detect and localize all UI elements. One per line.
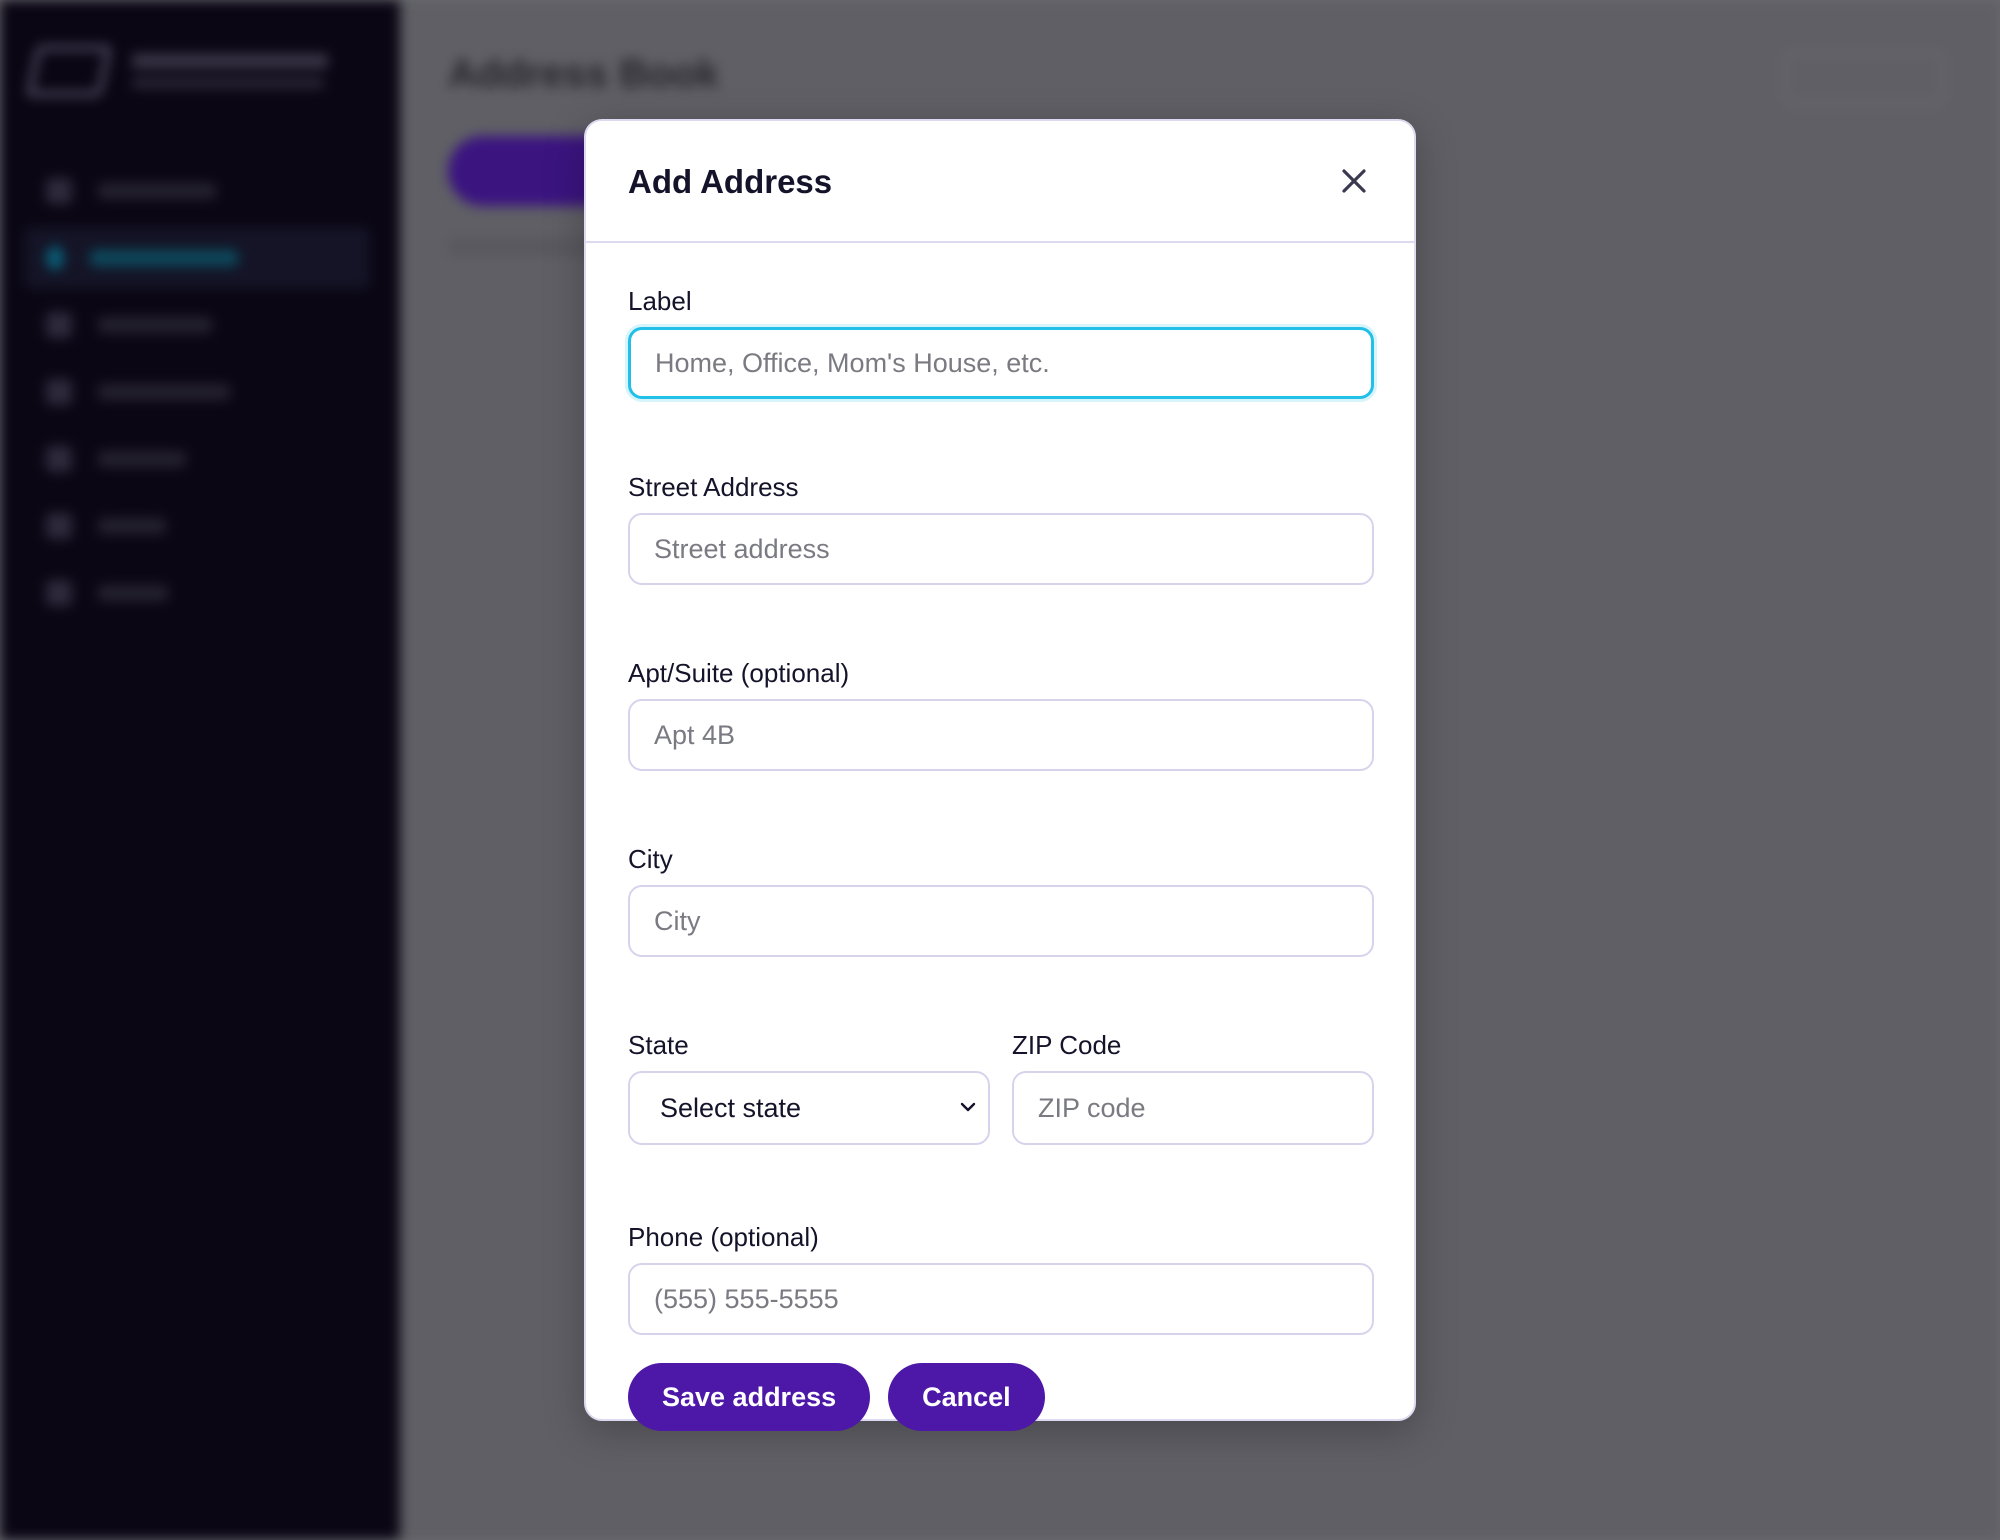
sidebar-item[interactable] xyxy=(24,160,370,222)
add-address-modal: Add Address Label Street Address Apt/Sui… xyxy=(584,119,1416,1431)
state-zip-row: State Select state ZIP Code xyxy=(628,1029,1374,1145)
chevron-down-icon xyxy=(960,1102,976,1112)
label-field-group: Label xyxy=(628,285,1374,399)
state-field-label: State xyxy=(628,1030,689,1060)
sidebar-item-active[interactable] xyxy=(24,227,370,289)
sidebar-item[interactable] xyxy=(24,495,370,557)
logo xyxy=(26,46,328,96)
street-field-label: Street Address xyxy=(628,472,799,502)
logout-button[interactable] xyxy=(1784,52,1944,104)
logo-icon xyxy=(26,46,112,96)
modal-title: Add Address xyxy=(628,163,833,200)
sidebar-item[interactable] xyxy=(24,428,370,490)
sidebar-item[interactable] xyxy=(24,361,370,423)
phone-input[interactable] xyxy=(628,1263,1374,1335)
truck-icon xyxy=(46,379,72,405)
sidebar-nav xyxy=(24,160,370,629)
state-select-value: Select state xyxy=(660,1092,802,1123)
phone-field-group: Phone (optional) xyxy=(628,1221,1374,1335)
sidebar xyxy=(0,0,400,1540)
state-select[interactable]: Select state xyxy=(628,1071,990,1145)
modal-header: Add Address xyxy=(586,121,1414,243)
map-pin-icon xyxy=(46,246,64,270)
phone-field-label: Phone (optional) xyxy=(628,1222,819,1252)
city-field-group: City xyxy=(628,843,1374,957)
street-input[interactable] xyxy=(628,513,1374,585)
grid-icon xyxy=(46,178,72,204)
modal-body: Label Street Address Apt/Suite (optional… xyxy=(586,243,1414,1431)
cancel-button[interactable]: Cancel xyxy=(888,1363,1045,1431)
label-input[interactable] xyxy=(628,327,1374,399)
gear-icon xyxy=(46,446,72,472)
modal-actions: Save address Cancel xyxy=(628,1363,1372,1431)
label-field-label: Label xyxy=(628,286,692,316)
page-title: Address Book xyxy=(448,52,720,96)
city-input[interactable] xyxy=(628,885,1374,957)
close-icon xyxy=(1342,169,1366,193)
apt-input[interactable] xyxy=(628,699,1374,771)
save-address-button[interactable]: Save address xyxy=(628,1363,871,1431)
apt-field-group: Apt/Suite (optional) xyxy=(628,657,1374,771)
state-field-group: State Select state xyxy=(628,1029,990,1145)
apt-field-label: Apt/Suite (optional) xyxy=(628,658,850,688)
box-icon xyxy=(46,312,72,338)
sidebar-item[interactable] xyxy=(24,294,370,356)
city-field-label: City xyxy=(628,844,673,874)
zip-input[interactable] xyxy=(1012,1071,1374,1145)
zip-field-label: ZIP Code xyxy=(1012,1030,1122,1060)
sidebar-item[interactable] xyxy=(24,562,370,624)
street-field-group: Street Address xyxy=(628,471,1374,585)
user-icon xyxy=(46,513,72,539)
zip-field-group: ZIP Code xyxy=(1012,1029,1374,1145)
close-button[interactable] xyxy=(1330,157,1378,205)
card-icon xyxy=(46,580,72,606)
